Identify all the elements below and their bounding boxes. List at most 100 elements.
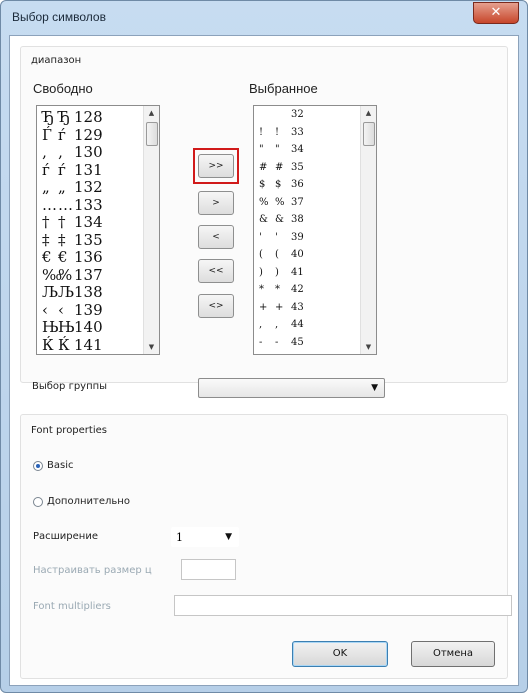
symbol-code: 36 [291, 179, 304, 190]
symbol-code: 129 [74, 125, 103, 144]
scroll-down-arrow-icon[interactable]: ▼ [144, 340, 159, 354]
symbol-glyph: & [259, 214, 268, 225]
symbol-code: 134 [74, 213, 103, 231]
extension-select[interactable]: 1 ▼ [171, 527, 239, 547]
remove-all-button[interactable]: << [198, 259, 234, 283]
swap-button[interactable]: <> [198, 294, 234, 318]
symbol-code: 136 [74, 248, 103, 266]
size-input[interactable] [181, 559, 236, 580]
list-item[interactable]: !! 33 [259, 127, 304, 143]
symbol-glyph-alt: … [58, 195, 73, 214]
list-item[interactable]: $ $36 [259, 179, 304, 195]
symbol-glyph: " [259, 144, 264, 155]
symbol-glyph: ! [259, 126, 264, 138]
free-list-scrollbar[interactable]: ▲ ▼ [143, 106, 159, 354]
list-item[interactable]: 32 [259, 109, 304, 125]
list-item[interactable]: ,, 44 [259, 319, 304, 335]
list-item[interactable]: %% 37 [259, 197, 304, 213]
list-item[interactable]: ……133 [42, 195, 103, 214]
free-symbols-list[interactable]: Ђ Ђ 128 Ѓѓ 129 ‚ ‚ 130 ѓ ѓ 131 „ „ 132 ……133 † † 134 ‡ ‡ 135… [36, 105, 160, 355]
symbol-glyph: Ќ [42, 335, 54, 354]
list-item[interactable]: ‡ ‡ 135 [42, 230, 103, 249]
list-item[interactable]: Ђ Ђ 128 [42, 108, 103, 126]
symbol-code: 41 [291, 266, 304, 278]
symbol-glyph-alt: ѓ [58, 160, 66, 179]
multipliers-label: Font multipliers [33, 601, 111, 612]
symbol-glyph-alt: $ [275, 179, 282, 190]
scroll-down-arrow-icon[interactable]: ▼ [361, 340, 376, 354]
list-item[interactable]: " " 34 [259, 144, 304, 160]
symbol-code: 140 [74, 318, 103, 336]
multipliers-input[interactable] [174, 595, 512, 616]
list-item[interactable]: „ „ 132 [42, 178, 103, 196]
symbol-code: 130 [74, 143, 103, 161]
chevron-down-icon: ▼ [225, 532, 232, 542]
symbol-glyph-alt: ! [275, 126, 280, 138]
selected-list-scrollbar[interactable]: ▲ ▼ [360, 106, 376, 354]
symbol-code: 131 [74, 160, 103, 179]
scroll-up-arrow-icon[interactable]: ▲ [144, 106, 159, 120]
symbol-code: 128 [74, 108, 103, 126]
title-bar[interactable]: Выбор символов ✕ [1, 1, 527, 35]
list-item[interactable]: ЊЊ140 [42, 318, 103, 336]
list-item[interactable]: † † 134 [42, 213, 103, 231]
list-item[interactable]: - -45 [259, 337, 304, 353]
selected-symbols-list[interactable]: 32!! 33 " " 34 # #35 $ $36%% 37 & & 38 ' ' 39((40)) 41 * *… [253, 105, 377, 355]
add-all-button[interactable]: >> [198, 154, 234, 178]
symbol-code: 137 [74, 265, 103, 284]
radio-basic-label: Basic [47, 460, 74, 471]
close-icon: ✕ [490, 5, 502, 20]
symbol-glyph-alt: * [275, 284, 280, 295]
list-item[interactable]: ' ' 39 [259, 232, 304, 248]
scroll-up-arrow-icon[interactable]: ▲ [361, 106, 376, 120]
symbol-glyph: € [42, 248, 52, 266]
symbol-glyph: $ [259, 179, 266, 190]
symbol-glyph: * [259, 284, 264, 295]
symbol-code: 40 [291, 249, 304, 260]
symbol-code: 35 [291, 161, 304, 173]
list-item[interactable]: + +43 [259, 302, 304, 318]
scroll-thumb[interactable] [146, 122, 158, 146]
close-button[interactable]: ✕ [473, 2, 519, 24]
symbol-code: 43 [291, 301, 304, 313]
radio-basic[interactable] [33, 461, 43, 471]
list-item[interactable]: ‰% 137 [42, 265, 103, 284]
list-item[interactable]: ѓ ѓ 131 [42, 160, 103, 179]
add-button[interactable]: > [198, 191, 234, 215]
scroll-thumb[interactable] [363, 122, 375, 146]
symbol-glyph: - [259, 336, 263, 348]
list-item[interactable]: # #35 [259, 162, 304, 178]
list-item[interactable]: € €136 [42, 248, 103, 266]
symbol-glyph: ѓ [42, 160, 50, 179]
symbol-glyph-alt: ‚ [58, 143, 63, 161]
symbol-code: 39 [291, 231, 304, 243]
symbol-code: 44 [291, 319, 304, 330]
list-item[interactable]: * * 42 [259, 284, 304, 300]
list-item[interactable]: ((40 [259, 249, 304, 265]
list-item[interactable]: Ѓѓ 129 [42, 125, 103, 144]
list-item[interactable]: & & 38 [259, 214, 304, 230]
list-item[interactable]: ‚ ‚ 130 [42, 143, 103, 161]
ok-button[interactable]: OK [292, 641, 388, 667]
symbol-glyph-alt: - [275, 336, 279, 348]
radio-advanced[interactable] [33, 497, 43, 507]
symbol-glyph-alt: ' [275, 231, 278, 243]
selected-list-label: Выбранное [249, 81, 318, 96]
remove-button[interactable]: < [198, 225, 234, 249]
list-item[interactable]: ‹ ‹ 139 [42, 301, 103, 319]
group-select-label: Выбор группы [32, 381, 108, 392]
symbol-glyph-alt: % [58, 265, 73, 284]
range-group-label: диапазон [31, 55, 82, 66]
symbol-glyph-alt: ( [275, 249, 279, 260]
symbol-glyph-alt: ‡ [58, 230, 66, 249]
symbol-code: 135 [74, 230, 103, 249]
group-select[interactable]: ▼ [198, 378, 385, 398]
symbol-code: 37 [291, 196, 304, 208]
cancel-button[interactable]: Отмена [411, 641, 495, 667]
list-item[interactable]: )) 41 [259, 267, 304, 283]
list-item[interactable]: ЉЉ138 [42, 283, 103, 301]
list-item[interactable]: Ќ Ќ 141 [42, 335, 103, 354]
symbol-glyph-alt: & [275, 214, 284, 225]
font-properties-label: Font properties [31, 425, 107, 436]
symbol-code: 138 [74, 283, 103, 301]
